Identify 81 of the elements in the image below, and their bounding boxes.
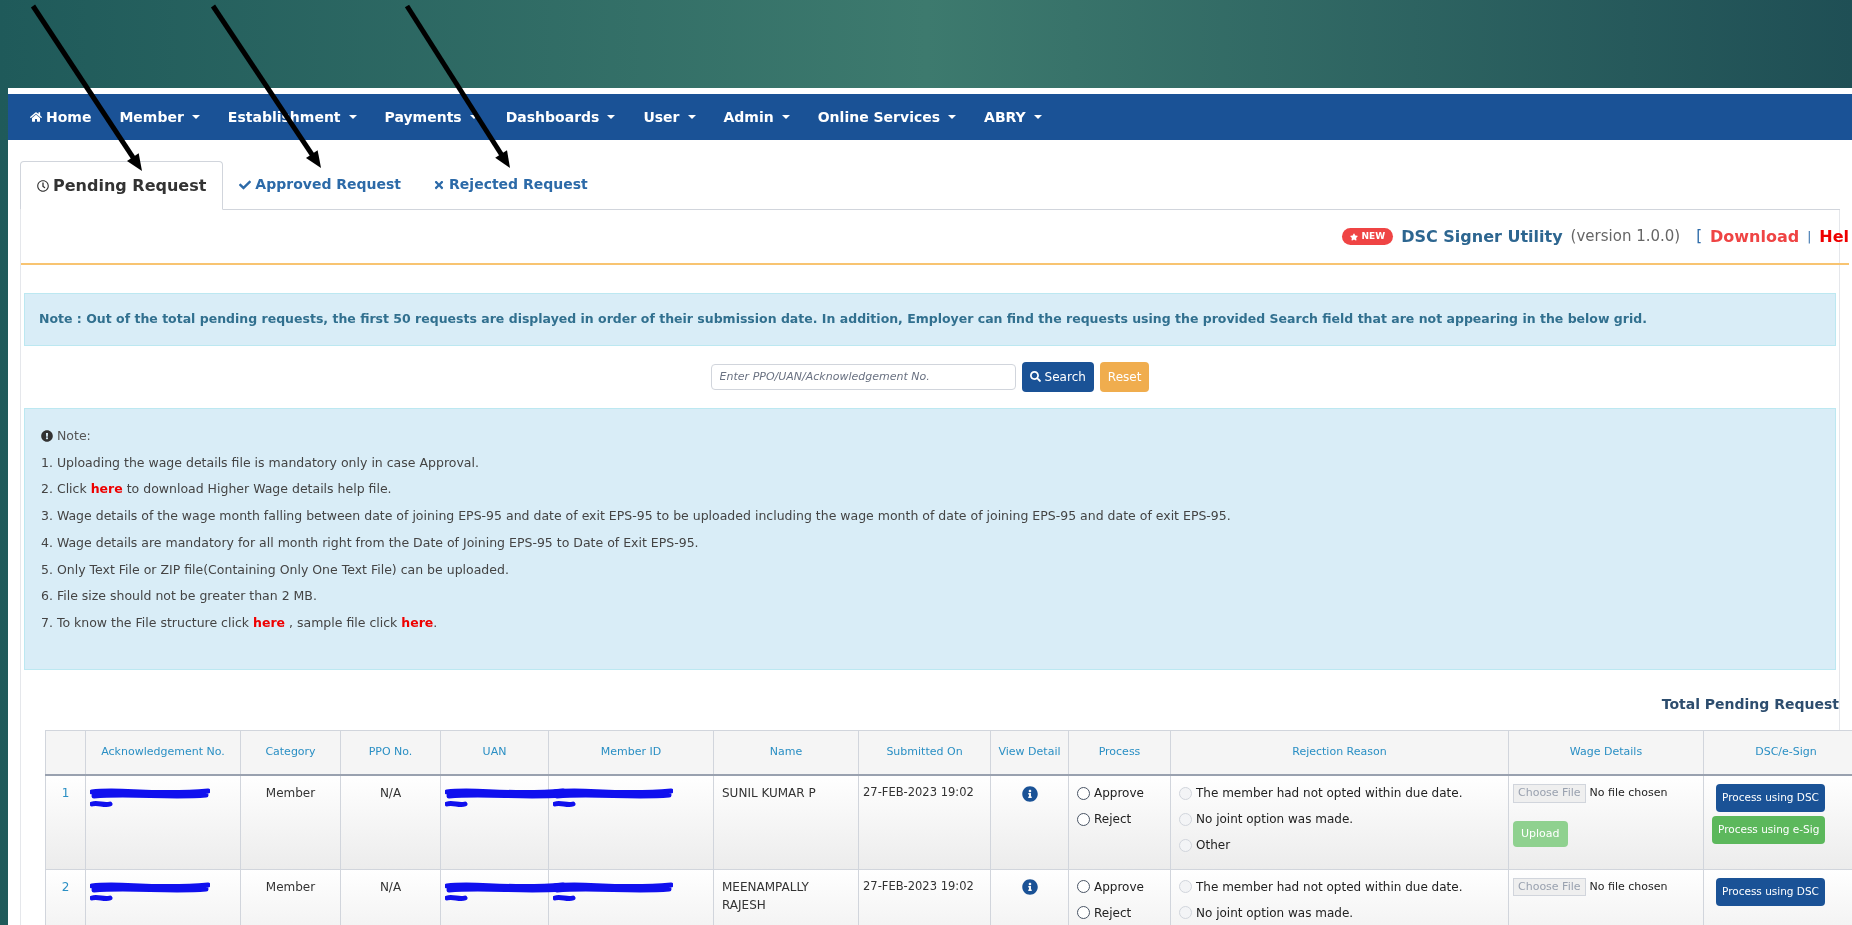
- note-line: 2. Click here to download Higher Wage details help file.: [41, 480, 393, 499]
- pending-note: Note : Out of the total pending requests, the first 50 requests are displayed in order of their submission date. In addition, Employer can find the requests using the provided Search field that are not appearing in the below grid.: [24, 293, 1836, 346]
- info-icon[interactable]: [1021, 785, 1038, 802]
- tab[interactable]: Pending Request: [20, 161, 224, 210]
- radio-label: Approve: [1094, 878, 1144, 896]
- file-status: No file chosen: [1589, 878, 1668, 895]
- radio-button[interactable]: [1077, 812, 1090, 826]
- radio-label: No joint option was made.: [1196, 811, 1354, 829]
- column-header: Process: [1068, 730, 1171, 776]
- nav-menu-item[interactable]: Dashboards: [491, 106, 630, 128]
- caret-icon: [781, 115, 790, 119]
- star-icon: [1349, 232, 1358, 241]
- note-line: 3. Wage details of the wage month falling between date of joining EPS-95 and date of exit EPS-95 to be uploaded including the wage month of date of joining EPS-95 and date of exit EPS-95.: [41, 507, 1232, 525]
- note-line: 5. Only Text File or ZIP file(Containing Only One Text File) can be uploaded.: [41, 560, 510, 579]
- radio-label: Reject: [1094, 811, 1132, 829]
- column-header: UAN: [440, 730, 549, 776]
- tab[interactable]: Rejected Request: [417, 160, 604, 209]
- close-icon: [433, 178, 446, 191]
- column-header: Acknowledgement No.: [85, 730, 241, 776]
- tab[interactable]: Approved Request: [223, 160, 418, 209]
- bracket: [: [1696, 226, 1703, 248]
- caret-icon: [469, 115, 478, 119]
- radio-button[interactable]: [1077, 880, 1090, 894]
- download-link[interactable]: Download: [1710, 224, 1800, 249]
- caret-icon: [1033, 115, 1042, 119]
- process-dsc-button[interactable]: Process using DSC: [1716, 877, 1825, 906]
- radio-label: Other: [1196, 837, 1231, 855]
- column-header: PPO No.: [340, 730, 441, 776]
- nav-menu-item[interactable]: ABRY: [970, 106, 1056, 128]
- caret-icon: [348, 115, 357, 119]
- nav-menu-item[interactable]: Admin: [709, 106, 804, 128]
- radio-button[interactable]: [1077, 906, 1090, 920]
- column-header: Member ID: [548, 730, 714, 776]
- utility-title: DSC Signer Utility: [1401, 225, 1563, 248]
- row-number: 2: [45, 869, 86, 925]
- nav-menu-item[interactable]: Home: [16, 106, 106, 128]
- caret-icon: [191, 115, 200, 119]
- caret-icon: [948, 115, 957, 119]
- table-cell: Member: [240, 775, 341, 870]
- clock-icon: [37, 179, 49, 192]
- radio-label: The member had not opted within due date.: [1196, 878, 1463, 896]
- home-icon: [30, 111, 42, 123]
- total-pending-label: Total Pending Request: [1661, 695, 1839, 715]
- caret-icon: [607, 115, 616, 119]
- file-status: No file chosen: [1589, 785, 1668, 802]
- row-number: 1: [45, 775, 86, 870]
- column-header: Category: [240, 730, 341, 776]
- column-header: View Detail: [990, 730, 1069, 776]
- radio-button[interactable]: [1077, 786, 1090, 800]
- link-separator: |: [1807, 228, 1812, 246]
- radio-label: Approve: [1094, 785, 1144, 803]
- info-icon: [41, 430, 53, 443]
- nav-menu-item[interactable]: Payments: [370, 106, 492, 128]
- version-label: (version 1.0.0): [1570, 226, 1681, 248]
- check-icon: [239, 178, 252, 191]
- search-icon: [1029, 371, 1041, 383]
- nav-menu-item[interactable]: Online Services: [803, 106, 971, 128]
- info-icon[interactable]: [1021, 879, 1038, 896]
- nav-menu-item[interactable]: Member: [105, 106, 214, 128]
- table-cell: N/A: [340, 775, 441, 870]
- caret-icon: [687, 115, 696, 119]
- note-line: 1. Uploading the wage details file is mandatory only in case Approval.: [41, 453, 480, 472]
- help-link[interactable]: Hel: [1819, 224, 1849, 249]
- column-header: Wage Details: [1508, 730, 1704, 776]
- note-line: 4. Wage details are mandatory for all month right from the Date of Joining EPS-95 to Date of Exit EPS-95.: [41, 533, 700, 552]
- search-button[interactable]: Search: [1021, 361, 1094, 392]
- table-cell: SUNIL KUMAR P: [713, 775, 859, 870]
- column-header: Submitted On: [858, 730, 991, 776]
- nav-menu-item[interactable]: User: [629, 106, 710, 128]
- table-cell: 27-FEB-2023 19:02: [858, 775, 991, 870]
- radio-label: No joint option was made.: [1196, 904, 1354, 922]
- radio-label: The member had not opted within due date.: [1196, 785, 1463, 803]
- search-field[interactable]: Enter PPO/UAN/Acknowledgement No.: [710, 363, 1016, 390]
- new-badge: NEW: [1341, 227, 1394, 246]
- note-line: 6. File size should not be greater than 2 MB.: [41, 587, 318, 606]
- column-header: Name: [713, 730, 859, 776]
- notes-title: Note:: [57, 426, 91, 445]
- column-header: Rejection Reason: [1170, 730, 1509, 776]
- process-dsc-button[interactable]: Process using DSC: [1716, 784, 1825, 812]
- radio-label: Reject: [1094, 904, 1132, 922]
- note-line: 7. To know the File structure click here , sample file click here.: [41, 614, 439, 632]
